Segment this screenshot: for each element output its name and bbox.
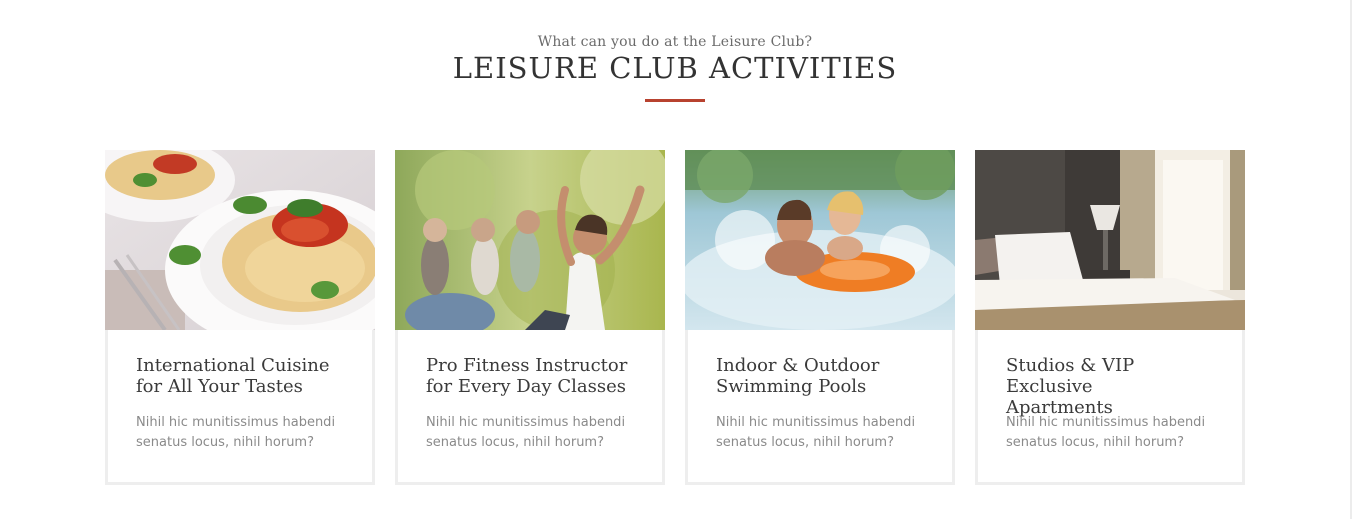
activity-card-apartments[interactable]: Studios & VIP Exclusive Apartments Nihil… bbox=[975, 150, 1245, 485]
fitness-photo[interactable] bbox=[395, 150, 665, 330]
activity-card-pools[interactable]: Indoor & Outdoor Swimming Pools Nihil hi… bbox=[685, 150, 955, 485]
card-title[interactable]: Indoor & Outdoor Swimming Pools bbox=[716, 355, 936, 397]
card-title[interactable]: Studios & VIP Exclusive Apartments bbox=[1006, 355, 1226, 418]
pasta-photo[interactable] bbox=[105, 150, 375, 330]
card-description: Nihil hic munitissimus habendi senatus l… bbox=[426, 415, 626, 450]
card-description: Nihil hic munitissimus habendi senatus l… bbox=[1006, 415, 1206, 450]
activity-card-fitness[interactable]: Pro Fitness Instructor for Every Day Cla… bbox=[395, 150, 665, 485]
card-title[interactable]: Pro Fitness Instructor for Every Day Cla… bbox=[426, 355, 646, 397]
section-title: LEISURE CLUB ACTIVITIES bbox=[452, 51, 898, 85]
swimming-pool-photo[interactable] bbox=[685, 150, 955, 330]
card-description: Nihil hic munitissimus habendi senatus l… bbox=[136, 415, 336, 450]
section-subtitle: What can you do at the Leisure Club? bbox=[537, 34, 813, 50]
activity-card-cuisine[interactable]: International Cuisine for All Your Taste… bbox=[105, 150, 375, 485]
card-title[interactable]: International Cuisine for All Your Taste… bbox=[136, 355, 356, 397]
apartment-bedroom-photo[interactable] bbox=[975, 150, 1245, 330]
card-description: Nihil hic munitissimus habendi senatus l… bbox=[716, 415, 916, 450]
title-divider bbox=[645, 99, 705, 102]
